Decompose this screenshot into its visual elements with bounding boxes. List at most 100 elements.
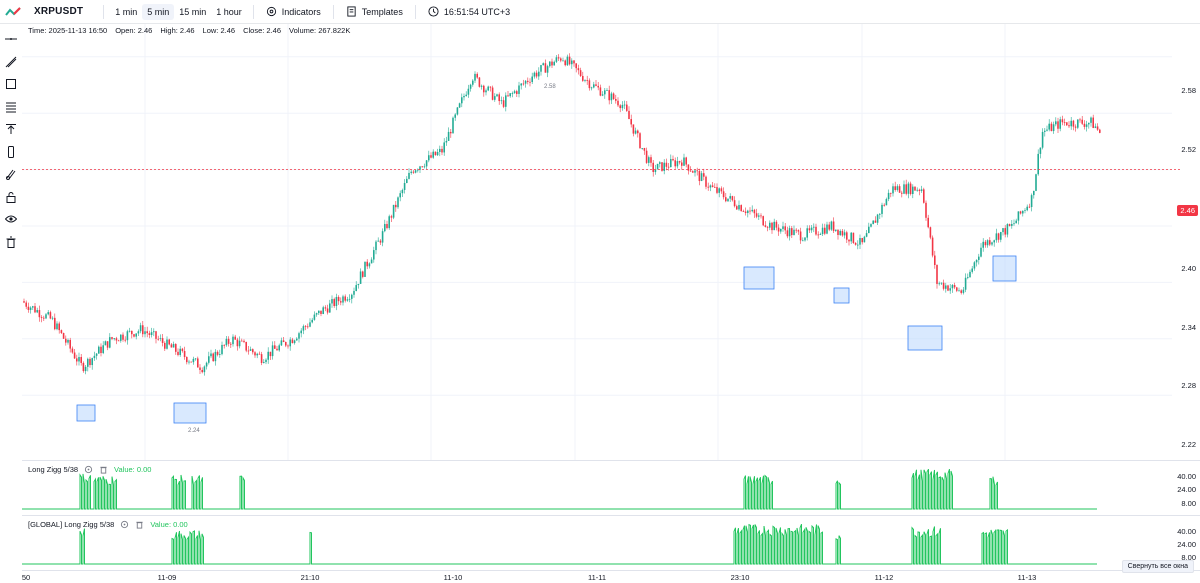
candle-body (139, 325, 142, 332)
candle-body (905, 184, 907, 194)
candle-body (375, 241, 377, 251)
candle-body (573, 60, 575, 64)
candle-body (1008, 224, 1011, 226)
delete-icon[interactable] (99, 465, 108, 474)
candle-body (89, 358, 91, 366)
ruler-tool[interactable] (2, 141, 20, 164)
indicator-tick: 8.00 (1181, 499, 1196, 508)
collapse-all-button[interactable]: Свернуть все окна (1121, 560, 1194, 573)
candle-body (852, 232, 855, 243)
candle-body (676, 161, 679, 167)
candle-body (124, 339, 126, 341)
candle-body (810, 227, 813, 231)
crosshair-icon (5, 38, 17, 41)
candle-body (296, 338, 298, 341)
templates-button[interactable]: Templates (340, 3, 409, 20)
price-tick: 2.58 (1181, 86, 1196, 95)
crosshair-tool[interactable] (2, 28, 20, 51)
candle-body (993, 240, 995, 243)
candle-body (881, 204, 883, 214)
clock-display[interactable]: 16:51:54 UTC+3 (422, 3, 516, 20)
candle-body (731, 196, 734, 201)
eye-icon (5, 215, 17, 223)
arrow-up-tool[interactable] (2, 118, 20, 141)
candle-body (751, 209, 753, 212)
candle-body (302, 326, 305, 331)
candle-body (49, 312, 52, 319)
delete-icon[interactable] (135, 520, 144, 529)
candle-body (527, 80, 529, 82)
candle-body (410, 171, 412, 173)
indicators-button[interactable]: Indicators (260, 3, 327, 20)
candle-body (705, 176, 707, 187)
candle-body (219, 354, 221, 355)
candle-body (159, 338, 162, 339)
trendline-tool[interactable] (2, 51, 20, 74)
candle-body (736, 206, 738, 210)
rectangle-tool[interactable] (2, 73, 20, 96)
candle-body (65, 338, 67, 343)
candle-body (780, 228, 782, 232)
indicator-pane-global-long-zigg[interactable]: [GLOBAL] Long Zigg 5/38 Value: 0.00 40.0… (22, 515, 1200, 570)
candle-body (920, 189, 923, 191)
ohlc-close: Close: 2.46 (243, 26, 282, 35)
candle-body (775, 221, 778, 228)
candlestick-chart[interactable]: 2.58 2.24 (22, 24, 1200, 460)
candle-body (456, 107, 459, 115)
timeframe-15min[interactable]: 15 min (174, 4, 211, 20)
candle-body (826, 224, 828, 234)
candle-body (795, 229, 797, 231)
symbol-name[interactable]: XRPUSDT (34, 6, 83, 17)
candle-body (850, 232, 852, 242)
candle-body (216, 351, 219, 355)
timeframe-5min[interactable]: 5 min (142, 3, 175, 20)
candle-body (62, 333, 65, 339)
candle-body (1052, 124, 1055, 132)
candle-body (502, 100, 505, 107)
candle-body (522, 83, 525, 85)
time-tick: 11-11 (587, 573, 607, 582)
candle-body (617, 100, 619, 106)
candle-body (672, 158, 674, 161)
candle-body (78, 357, 80, 362)
indicator-pane-long-zigg[interactable]: Long Zigg 5/38 Value: 0.00 40.00 24.00 8… (22, 460, 1200, 515)
fib-tool[interactable] (2, 96, 20, 119)
candle-body (738, 205, 740, 210)
magnet-tool[interactable] (2, 163, 20, 186)
time-axis[interactable]: 50 11-09 21:10 11-10 11-11 23:10 11-12 1… (22, 570, 1200, 583)
candle-body (1028, 206, 1031, 208)
candle-body (71, 348, 74, 353)
indicator-line-chart (22, 468, 1097, 510)
candle-body (247, 350, 250, 352)
candle-body (76, 358, 78, 362)
candle-body (487, 86, 489, 91)
candle-body (595, 84, 597, 86)
high-label: 2.58 (544, 84, 556, 90)
candle-body (744, 211, 747, 213)
price-chart[interactable]: 2.58 2.24 2.58 2.52 2.46 2.40 2.34 2.28 2… (22, 24, 1200, 460)
settings-icon[interactable] (120, 520, 129, 529)
candle-body (392, 204, 395, 218)
lock-tool[interactable] (2, 186, 20, 209)
indicator-legend: Long Zigg 5/38 Value: 0.00 (28, 465, 151, 474)
candle-body (329, 303, 331, 313)
timeframe-1hour[interactable]: 1 hour (211, 4, 247, 20)
candle-body (1070, 120, 1072, 127)
candle-body (1074, 126, 1077, 128)
candle-body (890, 192, 892, 194)
top-toolbar: XRPUSDT 1 min 5 min 15 min 1 hour Indica… (0, 0, 1200, 24)
candle-body (837, 229, 839, 235)
timeframe-1min[interactable]: 1 min (110, 4, 142, 20)
settings-icon[interactable] (84, 465, 93, 474)
visibility-tool[interactable] (2, 208, 20, 231)
time-tick: 11-13 (1017, 573, 1037, 582)
candle-body (599, 87, 602, 96)
candle-body (667, 166, 670, 168)
delete-tool[interactable] (2, 231, 20, 254)
candle-body (782, 226, 784, 229)
candle-body (351, 294, 353, 299)
candle-body (1099, 129, 1101, 133)
candle-body (146, 331, 148, 334)
fib-lines-icon (6, 102, 16, 113)
candle-body (291, 339, 294, 344)
